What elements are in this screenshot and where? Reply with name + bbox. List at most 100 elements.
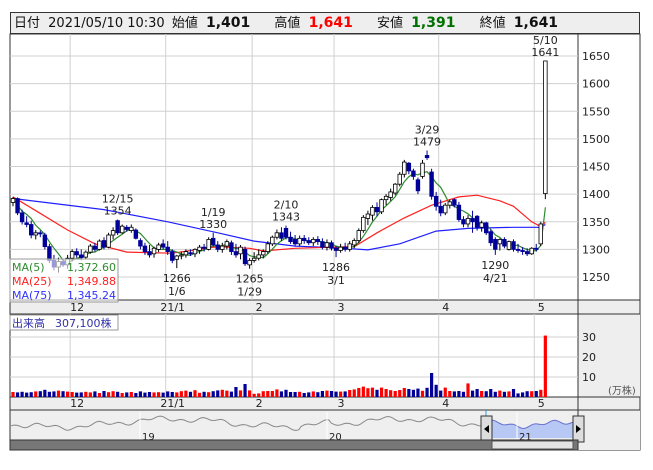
- candle-body-up: [224, 241, 230, 247]
- candle: [361, 215, 366, 233]
- volume-bar: [197, 392, 202, 397]
- candle-body-down: [288, 236, 293, 243]
- candle: [115, 219, 120, 236]
- candle-body-down: [292, 239, 298, 245]
- volume-bar: [311, 391, 315, 397]
- volume-bar: [298, 391, 302, 397]
- volume-bar: [379, 387, 384, 397]
- legend-ma75-value: 1,345.24: [67, 289, 116, 302]
- volume-bar: [175, 392, 179, 397]
- volume-bar: [116, 391, 120, 397]
- volume-axis: 30 20 10: [582, 331, 596, 384]
- candle-body-down: [15, 198, 20, 214]
- candle-body-up: [174, 255, 179, 260]
- volume-bar: [129, 392, 133, 397]
- volume-bar: [343, 391, 347, 397]
- candle-body-up: [297, 237, 302, 245]
- volume-bar: [47, 391, 51, 397]
- candle-body-down: [429, 171, 434, 197]
- annotation-price: 1266: [163, 272, 191, 285]
- candle-body-down: [215, 244, 220, 250]
- candle-body-down: [242, 248, 248, 265]
- volume-bar: [188, 391, 193, 397]
- candle-body-down: [424, 155, 430, 159]
- volume-bar: [106, 392, 111, 397]
- annotation-price: 1343: [272, 211, 300, 224]
- candle-body-down: [415, 179, 421, 192]
- volume-bar: [229, 391, 233, 397]
- volume-bar: [61, 391, 65, 397]
- candle: [106, 232, 111, 249]
- candle-body-down: [438, 205, 443, 214]
- candle: [429, 168, 434, 200]
- volume-bar: [20, 391, 24, 397]
- candle-body-down: [474, 215, 480, 228]
- volume-bar: [38, 391, 42, 397]
- candle-body-down: [138, 240, 143, 247]
- annotation-price: 1265: [236, 273, 264, 286]
- scrollbar-thumb[interactable]: [491, 440, 574, 450]
- candle-body-up: [479, 222, 484, 228]
- month-label: 3: [338, 301, 345, 314]
- candle-body-up: [238, 246, 243, 255]
- candle-body-up: [265, 243, 270, 252]
- volume-bar: [348, 390, 352, 397]
- candle: [543, 60, 548, 200]
- candle-body-up: [247, 260, 252, 266]
- volume-bar: [329, 391, 334, 397]
- candle-body-down: [79, 254, 84, 259]
- volume-bar: [216, 390, 220, 397]
- candle-body-down: [452, 199, 457, 206]
- volume-unit: (万株): [608, 384, 636, 397]
- volume-bar: [507, 391, 511, 397]
- candle-body-down: [520, 250, 525, 252]
- volume-bar: [275, 389, 279, 397]
- annotation-price: 1290: [481, 259, 509, 272]
- price-tick-label: 1650: [582, 50, 610, 63]
- volume-legend-label: 出来高: [12, 316, 45, 330]
- volume-bar: [480, 391, 484, 397]
- volume-legend: 出来高 307,100株: [9, 314, 119, 331]
- month-label: 2: [256, 397, 263, 410]
- candle: [97, 239, 102, 251]
- volume-bar: [179, 391, 183, 397]
- candle-body-down: [101, 240, 107, 248]
- volume-bar: [530, 391, 534, 397]
- candle-body-down: [133, 229, 139, 239]
- candle-body-down: [306, 240, 311, 244]
- volume-bar: [93, 391, 97, 397]
- candle-body-up: [251, 257, 257, 261]
- candle-body-down: [534, 247, 539, 250]
- volume-bar: [43, 389, 47, 397]
- candle-body-up: [379, 199, 384, 213]
- candle-body-down: [47, 246, 52, 261]
- candle-body-up: [388, 191, 393, 198]
- candle-body-up: [311, 239, 316, 244]
- candle: [206, 237, 211, 251]
- candle-body-up: [106, 234, 111, 248]
- candle-body-down: [165, 246, 170, 252]
- candle-body-up: [543, 60, 548, 194]
- volume-bar: [439, 390, 443, 397]
- volume-bar: [234, 387, 238, 397]
- volume-bar: [352, 389, 356, 397]
- price-tick-label: 1500: [582, 133, 610, 146]
- candle: [242, 246, 248, 266]
- volume-bar: [398, 390, 402, 397]
- volume-bar: [70, 392, 74, 397]
- candle-body-down: [342, 246, 348, 250]
- candle-body-down: [406, 162, 412, 172]
- month-label: 4: [442, 301, 449, 314]
- volume-bar: [525, 391, 529, 397]
- volume-bar: [430, 373, 434, 397]
- candle-body-up: [120, 225, 125, 234]
- candle-body-up: [420, 162, 425, 177]
- volume-bar: [157, 392, 161, 397]
- volume-bar: [493, 391, 497, 397]
- volume-bar: [361, 386, 365, 397]
- candle-body-down: [170, 251, 175, 261]
- volume-bar: [193, 390, 197, 397]
- volume-tick-label: 30: [582, 331, 596, 344]
- volume-bar: [534, 391, 538, 397]
- volume-bar: [521, 392, 525, 397]
